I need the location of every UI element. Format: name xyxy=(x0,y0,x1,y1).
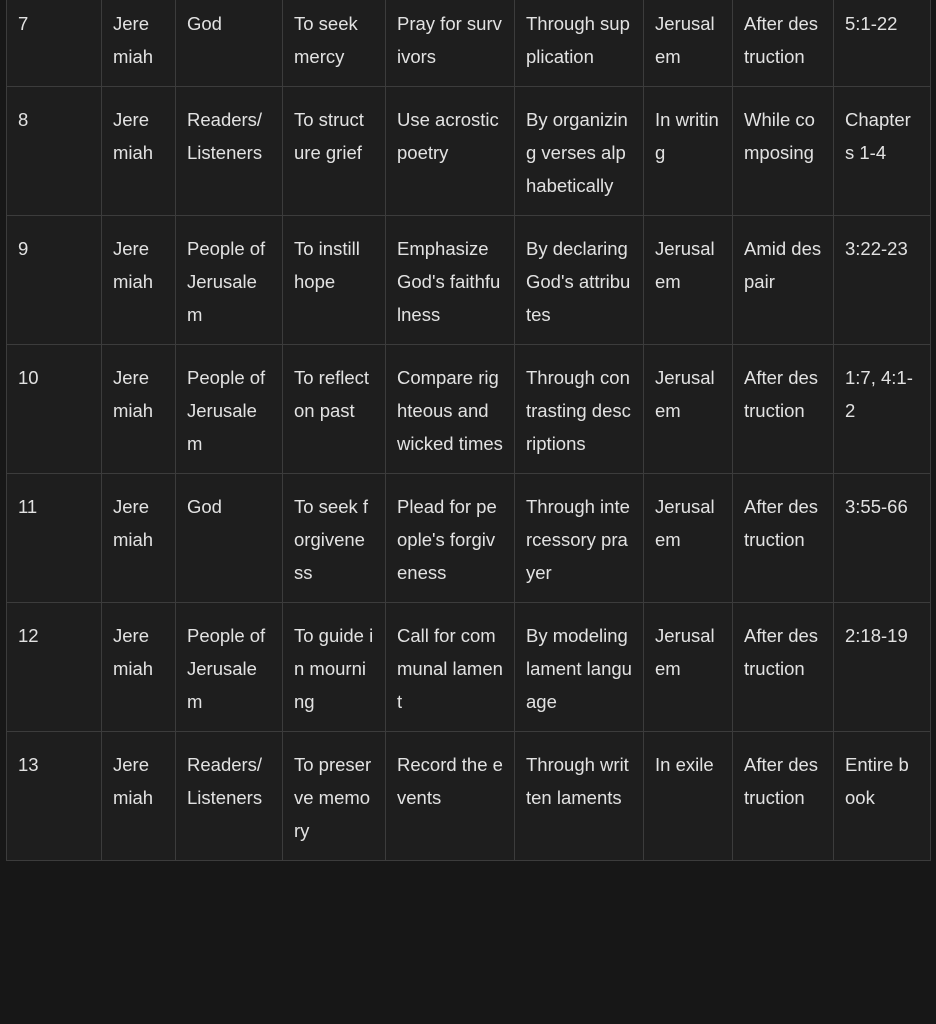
cell-action: Pray for survivors xyxy=(385,0,515,87)
cell-speaker: Jeremiah xyxy=(101,0,176,87)
cell-place: Jerusalem xyxy=(643,344,733,474)
cell-method: Through intercessory prayer xyxy=(514,473,644,603)
cell-audience: Readers/ Listeners xyxy=(175,731,283,861)
cell-audience: God xyxy=(175,0,283,87)
cell-method: By organizing verses alphabetically xyxy=(514,86,644,216)
cell-purpose: To seek mercy xyxy=(282,0,386,87)
cell-audience: Readers/ Listeners xyxy=(175,86,283,216)
cell-purpose: To seek forgiveness xyxy=(282,473,386,603)
cell-place: Jerusalem xyxy=(643,473,733,603)
cell-method: Through supplication xyxy=(514,0,644,87)
cell-method: Through contrasting descriptions xyxy=(514,344,644,474)
table-row: 13 Jeremiah Readers/ Listeners To preser… xyxy=(6,731,931,861)
cell-number: 8 xyxy=(6,86,102,216)
cell-reference: 5:1-22 xyxy=(833,0,931,87)
cell-action: Emphasize God's faithfulness xyxy=(385,215,515,345)
cell-speaker: Jeremiah xyxy=(101,215,176,345)
cell-time: After destruction xyxy=(732,473,834,603)
table-row: 8 Jeremiah Readers/ Listeners To structu… xyxy=(6,86,931,216)
table-container: 7 Jeremiah God To seek mercy Pray for su… xyxy=(6,0,936,861)
cell-action: Plead for people's forgiveness xyxy=(385,473,515,603)
cell-speaker: Jeremiah xyxy=(101,344,176,474)
cell-audience: God xyxy=(175,473,283,603)
cell-number: 9 xyxy=(6,215,102,345)
cell-purpose: To instill hope xyxy=(282,215,386,345)
cell-method: Through written laments xyxy=(514,731,644,861)
cell-purpose: To preserve memory xyxy=(282,731,386,861)
cell-speaker: Jeremiah xyxy=(101,731,176,861)
cell-reference: 3:22-23 xyxy=(833,215,931,345)
cell-reference: 1:7, 4:1-2 xyxy=(833,344,931,474)
cell-reference: 2:18-19 xyxy=(833,602,931,732)
cell-time: After destruction xyxy=(732,0,834,87)
cell-number: 7 xyxy=(6,0,102,87)
cell-place: In writing xyxy=(643,86,733,216)
cell-time: After destruction xyxy=(732,344,834,474)
cell-place: Jerusalem xyxy=(643,0,733,87)
cell-action: Record the events xyxy=(385,731,515,861)
lamentations-table: 7 Jeremiah God To seek mercy Pray for su… xyxy=(6,0,931,861)
cell-method: By declaring God's attributes xyxy=(514,215,644,345)
cell-audience: People of Jerusalem xyxy=(175,215,283,345)
table-row: 10 Jeremiah People of Jerusalem To refle… xyxy=(6,344,931,474)
table-row: 12 Jeremiah People of Jerusalem To guide… xyxy=(6,602,931,732)
cell-action: Call for communal lament xyxy=(385,602,515,732)
cell-audience: People of Jerusalem xyxy=(175,344,283,474)
cell-speaker: Jeremiah xyxy=(101,473,176,603)
cell-purpose: To structure grief xyxy=(282,86,386,216)
table-row: 9 Jeremiah People of Jerusalem To instil… xyxy=(6,215,931,345)
cell-time: While composing xyxy=(732,86,834,216)
cell-action: Compare righteous and wicked times xyxy=(385,344,515,474)
cell-reference: Chapters 1-4 xyxy=(833,86,931,216)
cell-speaker: Jeremiah xyxy=(101,602,176,732)
table-row: 11 Jeremiah God To seek forgiveness Plea… xyxy=(6,473,931,603)
cell-purpose: To guide in mourning xyxy=(282,602,386,732)
cell-place: Jerusalem xyxy=(643,602,733,732)
table-body: 7 Jeremiah God To seek mercy Pray for su… xyxy=(6,0,931,861)
cell-number: 12 xyxy=(6,602,102,732)
cell-time: Amid despair xyxy=(732,215,834,345)
cell-action: Use acrostic poetry xyxy=(385,86,515,216)
cell-place: In exile xyxy=(643,731,733,861)
cell-time: After destruction xyxy=(732,731,834,861)
cell-speaker: Jeremiah xyxy=(101,86,176,216)
cell-audience: People of Jerusalem xyxy=(175,602,283,732)
cell-time: After destruction xyxy=(732,602,834,732)
cell-purpose: To reflect on past xyxy=(282,344,386,474)
cell-reference: Entire book xyxy=(833,731,931,861)
cell-method: By modeling lament language xyxy=(514,602,644,732)
table-row: 7 Jeremiah God To seek mercy Pray for su… xyxy=(6,0,931,87)
cell-number: 11 xyxy=(6,473,102,603)
cell-number: 13 xyxy=(6,731,102,861)
cell-place: Jerusalem xyxy=(643,215,733,345)
cell-number: 10 xyxy=(6,344,102,474)
cell-reference: 3:55-66 xyxy=(833,473,931,603)
